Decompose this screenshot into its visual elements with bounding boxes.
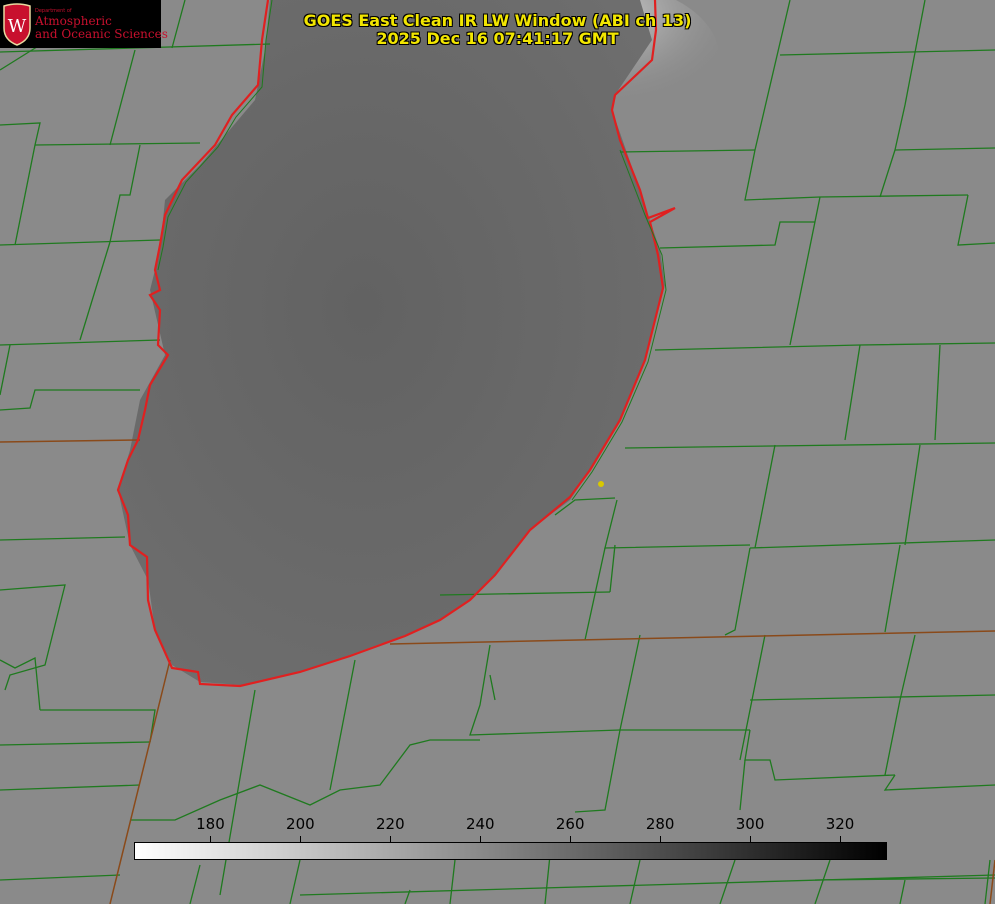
satellite-image-frame: W Department of Atmospheric and Oceanic … (0, 0, 995, 904)
colorbar-tick-label: 200 (286, 815, 315, 833)
colorbar-tick-label: 180 (196, 815, 225, 833)
logo-line-oceanic: and Oceanic Sciences (35, 27, 168, 41)
aos-logo: W Department of Atmospheric and Oceanic … (0, 0, 168, 48)
colorbar (134, 842, 887, 860)
colorbar-tick-mark (480, 836, 482, 842)
image-timestamp: 2025 Dec 16 07:41:17 GMT (376, 29, 619, 48)
colorbar-tick-label: 320 (825, 815, 855, 833)
colorbar-tick-label: 280 (645, 815, 675, 833)
colorbar-tick-label: 260 (555, 815, 585, 833)
colorbar-tick-mark (840, 836, 842, 842)
satellite-map (0, 0, 995, 904)
location-marker (598, 481, 604, 487)
image-title: GOES East Clean IR LW Window (ABI ch 13) (303, 11, 692, 30)
colorbar-tick-mark (750, 836, 752, 842)
colorbar-tick-mark (570, 836, 572, 842)
uw-crest-icon: W (3, 3, 31, 46)
logo-letter: W (8, 16, 27, 37)
colorbar-tick-mark (660, 836, 662, 842)
colorbar-tick-label: 220 (376, 815, 405, 833)
colorbar-tick-label: 300 (735, 815, 765, 833)
colorbar-tick-mark (390, 836, 392, 842)
colorbar-tick-label: 240 (465, 815, 495, 833)
colorbar-tick-mark (300, 836, 302, 842)
colorbar-tick-mark (210, 836, 212, 842)
logo-line-atmospheric: Atmospheric (35, 14, 112, 28)
